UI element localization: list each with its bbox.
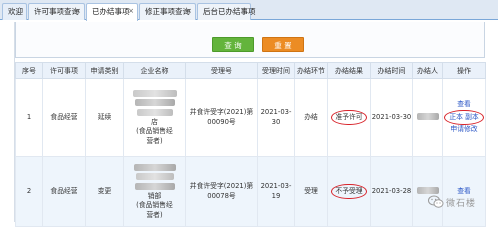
- redacted-block: [124, 173, 185, 183]
- company-line: 营者): [146, 136, 163, 145]
- row-company: 销部 (食品销售经 营者): [123, 156, 186, 227]
- header-item: 许可事项: [42, 62, 86, 79]
- acceptance-line: 井食许受字(2021)第: [189, 108, 254, 116]
- header-ops: 操作: [442, 62, 486, 79]
- redacted-block: [124, 99, 185, 109]
- header-result: 办结结果: [327, 62, 371, 79]
- header-stage: 办结环节: [294, 62, 328, 79]
- apply-modify-link[interactable]: 申请修改: [443, 125, 485, 135]
- table-row[interactable]: 2 食品经营 变更 销部 (食品销售经 营者) 井食许受字(2021)第 000…: [15, 156, 486, 227]
- redacted-block: [124, 163, 185, 173]
- main-panel: 查 询 重 置 序号 许可事项 申请类别 企业名称 受理号 受理时间 办结环节 …: [14, 22, 498, 227]
- row-index: 2: [15, 156, 43, 227]
- row-ops: 查看 正本 副本 申请修改: [442, 78, 486, 157]
- redacted-block: [416, 113, 439, 121]
- row-acceptance-no: 井食许受字(2021)第 00090号: [185, 78, 258, 157]
- close-icon[interactable]: ×: [186, 4, 192, 19]
- header-accept-time: 受理时间: [257, 62, 295, 79]
- row-stage: 办结: [294, 78, 328, 157]
- row-accept-time: 2021-03-19: [257, 156, 295, 227]
- wechat-icon: [428, 195, 444, 208]
- company-line: 店: [151, 117, 158, 126]
- tab-label: 许可事项查询: [34, 7, 79, 16]
- query-button[interactable]: 查 询: [212, 37, 254, 52]
- acceptance-line: 00078号: [207, 191, 236, 200]
- close-icon[interactable]: ×: [75, 4, 81, 19]
- tab-license-query[interactable]: 许可事项查询 ×: [28, 3, 85, 20]
- table-row[interactable]: 1 食品经营 延续 店 (食品销售经 营者) 井食许受字(2021)第 0009…: [15, 78, 486, 157]
- row-item: 食品经营: [42, 156, 86, 227]
- row-finish-time: 2021-03-30: [370, 78, 413, 157]
- row-company: 店 (食品销售经 营者): [123, 78, 186, 157]
- header-finish-time: 办结时间: [370, 62, 413, 79]
- view-link[interactable]: 查看: [443, 100, 485, 110]
- company-line: 销部: [147, 191, 162, 200]
- row-category: 延续: [85, 78, 124, 157]
- close-icon[interactable]: ×: [128, 4, 134, 19]
- table-header-row: 序号 许可事项 申请类别 企业名称 受理号 受理时间 办结环节 办结结果 办结时…: [15, 62, 486, 79]
- acceptance-line: 井食许受字(2021)第: [189, 182, 254, 190]
- acceptance-line: 00090号: [207, 117, 236, 126]
- row-stage: 受理: [294, 156, 328, 227]
- header-company: 企业名称: [123, 62, 186, 79]
- tab-label: 修正事项查询: [145, 7, 190, 16]
- watermark-text: 微石楼: [446, 199, 477, 209]
- company-line: (食品销售经: [136, 127, 173, 135]
- tab-backend-completed[interactable]: 后台已办结事项 ×: [197, 3, 256, 20]
- row-ops: 查看: [442, 156, 486, 227]
- tab-correction-query[interactable]: 修正事项查询 ×: [139, 3, 196, 20]
- certificate-links[interactable]: 正本 副本: [444, 109, 484, 126]
- row-category: 变更: [85, 156, 124, 227]
- tab-label: 欢迎: [8, 7, 23, 16]
- tab-bar: 欢迎 许可事项查询 × 已办结事项 × 修正事项查询 × 后台已办结事项 ×: [0, 0, 498, 21]
- row-result: 准予许可: [327, 78, 371, 157]
- row-acceptance-no: 井食许受字(2021)第 00078号: [185, 156, 258, 227]
- header-category: 申请类别: [85, 62, 124, 79]
- row-item: 食品经营: [42, 78, 86, 157]
- company-line: 营者): [146, 210, 163, 219]
- row-accept-time: 2021-03-30: [257, 78, 295, 157]
- row-result: 不予受理: [327, 156, 371, 227]
- header-index: 序号: [15, 62, 43, 79]
- tab-welcome[interactable]: 欢迎: [2, 3, 27, 20]
- row-handler: [412, 156, 443, 227]
- search-toolbar: 查 询 重 置: [15, 22, 485, 58]
- result-highlight: 准予许可: [331, 109, 367, 126]
- row-handler: [412, 78, 443, 157]
- company-line: (食品销售经: [136, 201, 173, 209]
- result-highlight: 不予受理: [331, 183, 367, 200]
- redacted-block: [124, 89, 185, 99]
- header-acceptance-no: 受理号: [185, 62, 258, 79]
- results-table: 序号 许可事项 申请类别 企业名称 受理号 受理时间 办结环节 办结结果 办结时…: [15, 62, 486, 227]
- redacted-block: [124, 108, 185, 118]
- header-handler: 办结人: [412, 62, 443, 79]
- row-finish-time: 2021-03-28: [370, 156, 413, 227]
- watermark: 微石楼: [428, 194, 494, 212]
- redacted-block: [124, 182, 185, 192]
- tab-label: 已办结事项: [92, 7, 130, 16]
- tab-label: 后台已办结事项: [203, 7, 256, 16]
- reset-button[interactable]: 重 置: [262, 37, 304, 52]
- row-index: 1: [15, 78, 43, 157]
- close-icon[interactable]: ×: [241, 4, 247, 19]
- tab-completed-items[interactable]: 已办结事项 ×: [86, 3, 138, 21]
